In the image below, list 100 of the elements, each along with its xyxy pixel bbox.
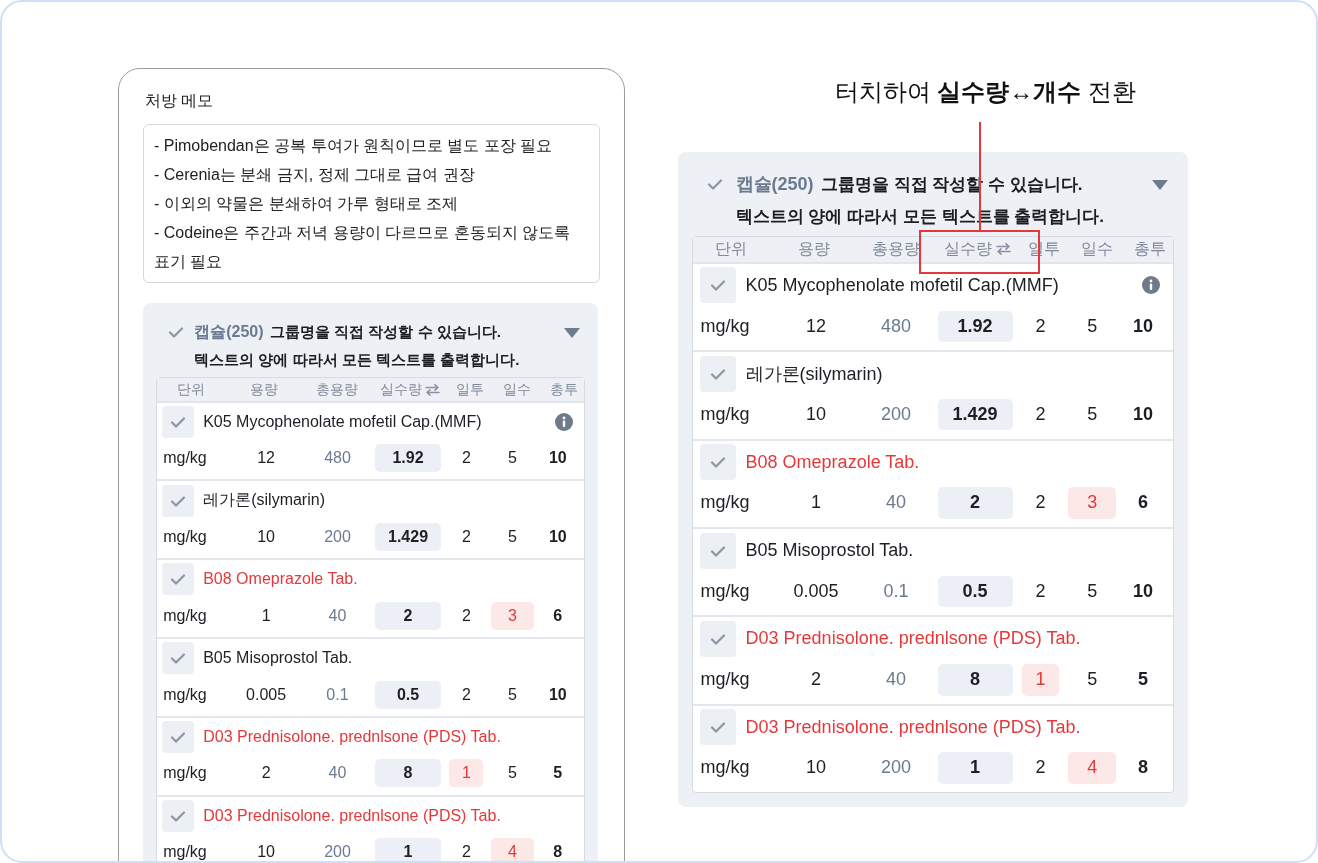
table-cell: 8 [937, 664, 1013, 696]
checkbox[interactable] [162, 563, 195, 596]
table-cell-text: 2 [460, 527, 472, 548]
table-cell-text: 6 [1136, 491, 1149, 515]
column-header[interactable]: 실수량 [934, 236, 1021, 262]
table-cell-text: 2 [1034, 579, 1047, 603]
memo-field[interactable]: - Pimobendan은 공복 투여가 원칙이므로 별도 포장 필요 - Cerenia는 분쇄 금지, 정제 그대로 급여 권장 - 이외의 약물은 분쇄하여 가루 형태로 조제 - Codeine은 주간과 저녁 용량이 다르므로 혼동되지 않도록 표기 필요 [143, 124, 600, 283]
table-cell: 4 [1068, 752, 1116, 784]
group-description: 그룹명을 직접 작성할 수 있습니다. [269, 323, 502, 341]
checkbox[interactable] [162, 405, 195, 438]
table-cell-text: 6 [552, 605, 564, 626]
drug-name: B05 Misoprostol Tab. [203, 649, 354, 668]
checkbox[interactable] [699, 355, 736, 392]
table-cell-text: 8 [1136, 756, 1149, 780]
table-cell: 1 [449, 759, 484, 788]
table-cell-text: mg/kg [162, 684, 208, 705]
table-cell-text: mg/kg [162, 842, 208, 861]
drug-name: 레가론(silymarin) [203, 490, 326, 511]
table-cell-text: 10 [256, 527, 276, 548]
table-cell-text: mg/kg [162, 527, 208, 548]
drug-name: K05 Mycophenolate mofetil Cap.(MMF) [745, 274, 1060, 296]
drug-name: D03 Prednisolone. prednlsone (PDS) Tab. [745, 716, 1082, 738]
table-cell: 0.5 [374, 680, 442, 709]
checkbox[interactable] [699, 444, 736, 481]
table-cell-text: 2 [1034, 491, 1047, 515]
table-cell-text: 40 [327, 605, 348, 626]
swap-icon[interactable] [995, 243, 1011, 256]
column-header: 일수 [1080, 238, 1115, 260]
table-cell-text: mg/kg [162, 763, 208, 784]
checkbox[interactable] [162, 484, 195, 517]
checkbox[interactable] [162, 799, 195, 832]
table-cell: 1 [374, 838, 442, 861]
table-cell-text: 2 [460, 605, 472, 626]
table-cell-text: 40 [884, 491, 907, 515]
table-cell-text: 2 [809, 668, 822, 692]
drug-name: B08 Omeprazole Tab. [203, 570, 359, 589]
table-cell-text: 5 [1086, 668, 1099, 692]
table-cell: 2 [937, 487, 1013, 519]
checkbox[interactable] [699, 620, 736, 657]
column-header: 일투 [454, 380, 485, 400]
table-cell-text: 2 [460, 842, 472, 861]
table-cell: 1.429 [374, 523, 442, 552]
drug-name: D03 Prednisolone. prednlsone (PDS) Tab. [203, 806, 502, 825]
caret-icon[interactable] [564, 327, 581, 338]
table-cell-text: 2 [1034, 756, 1047, 780]
checkbox[interactable] [699, 532, 736, 569]
swap-icon[interactable] [425, 383, 441, 396]
column-header: 용량 [249, 380, 280, 400]
table-cell-text: 2 [460, 684, 472, 705]
table-cell-text: 10 [804, 402, 827, 426]
table-cell-text: 480 [323, 448, 352, 469]
column-header[interactable]: 실수량 [371, 378, 449, 401]
column-header: 일수 [502, 380, 533, 400]
table-cell-text: mg/kg [699, 668, 751, 692]
column-header: 총투 [1132, 238, 1167, 260]
table-cell-text: 10 [547, 448, 568, 469]
table-cell-text: 8 [552, 842, 564, 861]
table-cell-text: 5 [1086, 579, 1099, 603]
annotation-text: 터치하여 실수량↔개수 전환 [833, 77, 1137, 107]
table-cell-text: 0.1 [882, 579, 910, 603]
table-cell-text: 40 [884, 668, 907, 692]
table-cell-text: 5 [507, 448, 518, 469]
column-header: 단위 [714, 238, 749, 260]
checkbox[interactable] [699, 267, 736, 304]
table-cell: 1.92 [374, 444, 442, 473]
table-cell: 0.5 [937, 575, 1013, 608]
table-cell: 3 [491, 601, 534, 630]
table-cell-text: mg/kg [699, 579, 751, 603]
info-icon[interactable] [1142, 276, 1161, 295]
drug-name: D03 Prednisolone. prednlsone (PDS) Tab. [203, 727, 502, 746]
checkbox[interactable] [162, 720, 195, 753]
table-cell-text: 0.005 [792, 579, 840, 603]
table-cell-text: 200 [323, 842, 352, 861]
info-icon[interactable] [555, 412, 573, 431]
table-cell-text: mg/kg [162, 605, 208, 626]
table-cell: 1.92 [937, 310, 1013, 343]
table-cell-text: 10 [1131, 579, 1154, 603]
drug-name: 레가론(silymarin) [745, 362, 884, 386]
checkbox[interactable] [699, 709, 736, 746]
table-cell-text: 0.005 [245, 684, 288, 705]
table-cell-text: 10 [256, 842, 276, 861]
group-name: 캡슐(250) [735, 174, 814, 195]
drug-name: B08 Omeprazole Tab. [745, 451, 921, 473]
table-cell-text: mg/kg [699, 756, 751, 780]
table-cell-text: 2 [460, 448, 472, 469]
table-cell: 1 [1021, 664, 1060, 696]
column-header: 총용량 [870, 238, 921, 260]
group-description: 텍스트의 양에 따라서 모든 텍스트를 출력합니다. [194, 351, 520, 369]
table-cell-text: 2 [260, 763, 272, 784]
table-cell-text: 5 [552, 763, 564, 784]
table-cell-text: 5 [507, 527, 518, 548]
table-cell-text: 1 [260, 605, 272, 626]
table-cell-text: 2 [1034, 402, 1047, 426]
table-cell-text: 5 [507, 684, 518, 705]
table-cell-text: 10 [1131, 402, 1154, 426]
table-cell-text: 10 [547, 684, 568, 705]
table-cell-text: 40 [327, 763, 348, 784]
column-header: 총용량 [315, 380, 360, 400]
caret-icon[interactable] [1152, 179, 1169, 190]
checkbox[interactable] [162, 642, 195, 675]
